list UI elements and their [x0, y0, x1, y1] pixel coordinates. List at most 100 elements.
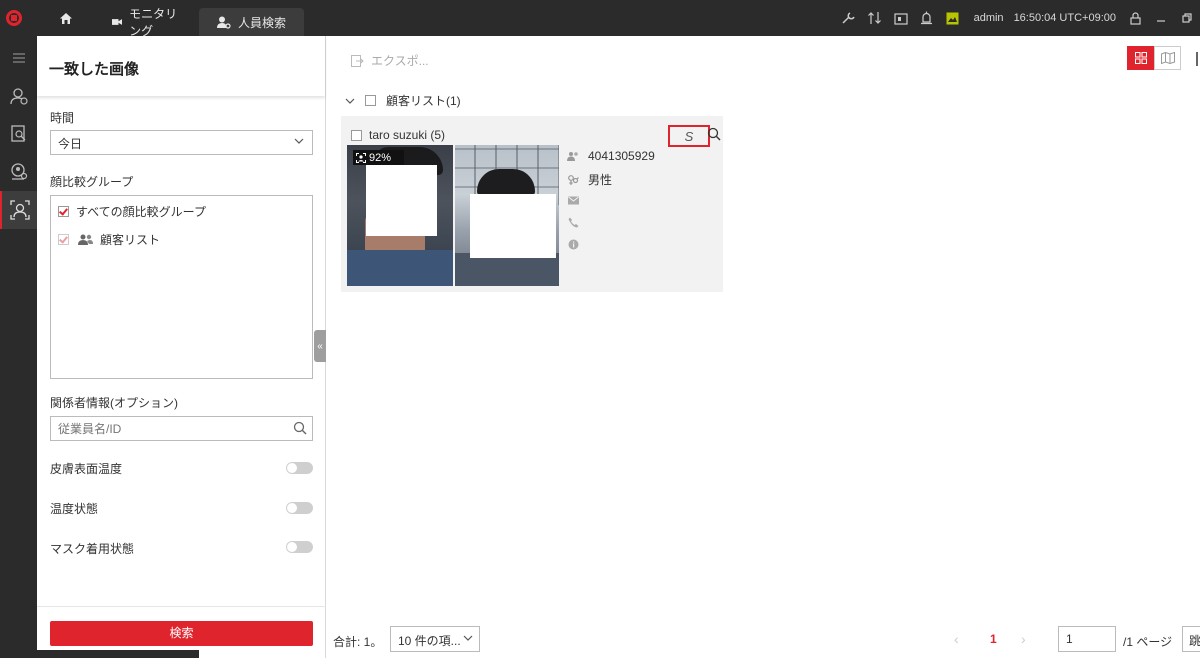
phone-icon	[567, 216, 579, 228]
top-bar: モニタリング 人員検索 admin 16:50:04 UTC+09:00	[0, 0, 1200, 38]
list-group-header[interactable]: 顧客リスト(1)	[345, 92, 461, 109]
privacy-mask	[470, 194, 556, 258]
group-item-all[interactable]: すべての顔比較グループ	[58, 203, 206, 220]
transfer-button[interactable]	[862, 0, 888, 36]
face-search-icon	[10, 163, 27, 180]
scroll-edge	[1196, 52, 1198, 66]
device-button[interactable]	[888, 0, 914, 36]
person-search-icon	[217, 16, 231, 29]
skin-temp-toggle[interactable]	[286, 462, 313, 474]
record-search-icon	[10, 125, 25, 142]
person-id-row: 4041305929	[567, 149, 655, 163]
username[interactable]: admin	[974, 12, 1004, 24]
menu-icon	[12, 53, 25, 63]
camera-icon	[112, 19, 123, 25]
current-page[interactable]: 1	[990, 632, 997, 646]
nav-face-search[interactable]	[0, 153, 37, 191]
group-item-customers[interactable]: 顧客リスト	[58, 231, 160, 248]
image-button[interactable]	[940, 0, 966, 36]
chevron-left-icon: ‹	[954, 631, 959, 647]
taskbar-strip	[37, 650, 199, 658]
group-all-checkbox[interactable]	[58, 206, 69, 217]
double-chevron-left-icon: «	[317, 340, 323, 352]
nav-person-search[interactable]	[0, 191, 37, 229]
similarity-value: 92%	[369, 151, 392, 164]
page-size-select[interactable]: 10 件の項...	[390, 626, 480, 652]
group-icon	[567, 150, 579, 162]
prev-page-button[interactable]: ‹	[954, 631, 959, 647]
search-icon[interactable]	[293, 421, 307, 435]
list-header-label: 顧客リスト(1)	[386, 94, 461, 108]
skin-temp-label: 皮膚表面温度	[50, 462, 123, 476]
temp-status-label: 温度状態	[50, 502, 99, 516]
chevron-down-icon[interactable]	[345, 97, 355, 105]
wrench-icon	[842, 12, 855, 24]
face-match-icon	[356, 152, 366, 163]
mail-icon	[567, 194, 579, 206]
registered-face-image[interactable]	[455, 145, 559, 286]
map-view-button[interactable]	[1154, 46, 1181, 70]
page-number-input[interactable]: 1	[1058, 626, 1116, 652]
time-select[interactable]: 今日	[50, 130, 313, 155]
list-select-all-checkbox[interactable]	[365, 95, 376, 106]
export-button[interactable]: エクスポ...	[351, 52, 429, 69]
transfer-icon	[868, 12, 882, 24]
time-select-value: 今日	[58, 137, 83, 151]
person-phone-row	[567, 216, 579, 228]
tab-monitoring-label: モニタリング	[129, 7, 178, 38]
grid-view-button[interactable]	[1127, 46, 1154, 70]
group-tree: すべての顔比較グループ 顧客リスト	[50, 195, 313, 379]
restore-icon	[1182, 13, 1192, 23]
related-search-field[interactable]	[50, 416, 313, 441]
nav-record-search[interactable]	[0, 115, 37, 153]
group-customers-checkbox[interactable]	[58, 234, 69, 245]
privacy-mask	[366, 165, 437, 236]
app-logo-icon	[0, 0, 28, 36]
lock-button[interactable]	[1122, 0, 1148, 36]
chevron-down-icon	[294, 138, 304, 144]
tab-monitoring[interactable]: モニタリング	[94, 7, 199, 38]
related-label: 関係者情報(オプション)	[50, 396, 178, 410]
nav-person-add[interactable]	[0, 77, 37, 115]
alarm-icon	[921, 11, 933, 25]
person-card[interactable]: taro suzuki (5) S 92% 4041305929 男性	[341, 116, 723, 292]
nav-menu[interactable]	[0, 39, 37, 77]
page-size-value: 10 件の項...	[398, 634, 461, 648]
image-icon	[946, 12, 959, 24]
mask-status-toggle[interactable]	[286, 541, 313, 553]
related-search-input[interactable]	[58, 422, 278, 436]
next-page-button[interactable]: ›	[1021, 631, 1026, 647]
card-checkbox[interactable]	[351, 129, 362, 141]
search-icon[interactable]	[707, 127, 721, 141]
person-frame-icon	[9, 200, 30, 220]
temp-status-toggle[interactable]	[286, 502, 313, 514]
person-name: taro suzuki (5)	[369, 128, 446, 142]
info-icon	[567, 238, 579, 250]
lock-icon	[1129, 11, 1141, 25]
search-button[interactable]: 検索	[50, 621, 313, 646]
left-nav	[0, 36, 37, 658]
restore-button[interactable]	[1174, 0, 1200, 36]
grid-icon	[1134, 52, 1147, 64]
minimize-button[interactable]	[1148, 0, 1174, 36]
home-icon	[60, 12, 72, 24]
page-total: /1 ページ	[1123, 635, 1173, 649]
collapse-panel-button[interactable]: «	[314, 330, 326, 362]
minimize-icon	[1157, 20, 1165, 22]
alarm-button[interactable]	[914, 0, 940, 36]
home-button[interactable]	[38, 0, 94, 36]
map-icon	[1160, 52, 1175, 64]
export-icon	[351, 54, 364, 67]
tab-person-search-label: 人員検索	[238, 15, 287, 30]
device-icon	[893, 12, 908, 25]
person-email-row	[567, 194, 579, 206]
similar-search-icon: S	[684, 128, 694, 144]
wrench-button[interactable]	[836, 0, 862, 36]
person-info-row	[567, 238, 579, 250]
chevron-down-icon	[463, 635, 473, 641]
highlighted-action-button[interactable]: S	[668, 125, 710, 147]
tab-person-search[interactable]: 人員検索	[199, 8, 304, 36]
person-gender-row: 男性	[567, 171, 612, 188]
go-button[interactable]: 跳	[1182, 626, 1200, 652]
captured-face-image[interactable]: 92%	[347, 145, 453, 286]
